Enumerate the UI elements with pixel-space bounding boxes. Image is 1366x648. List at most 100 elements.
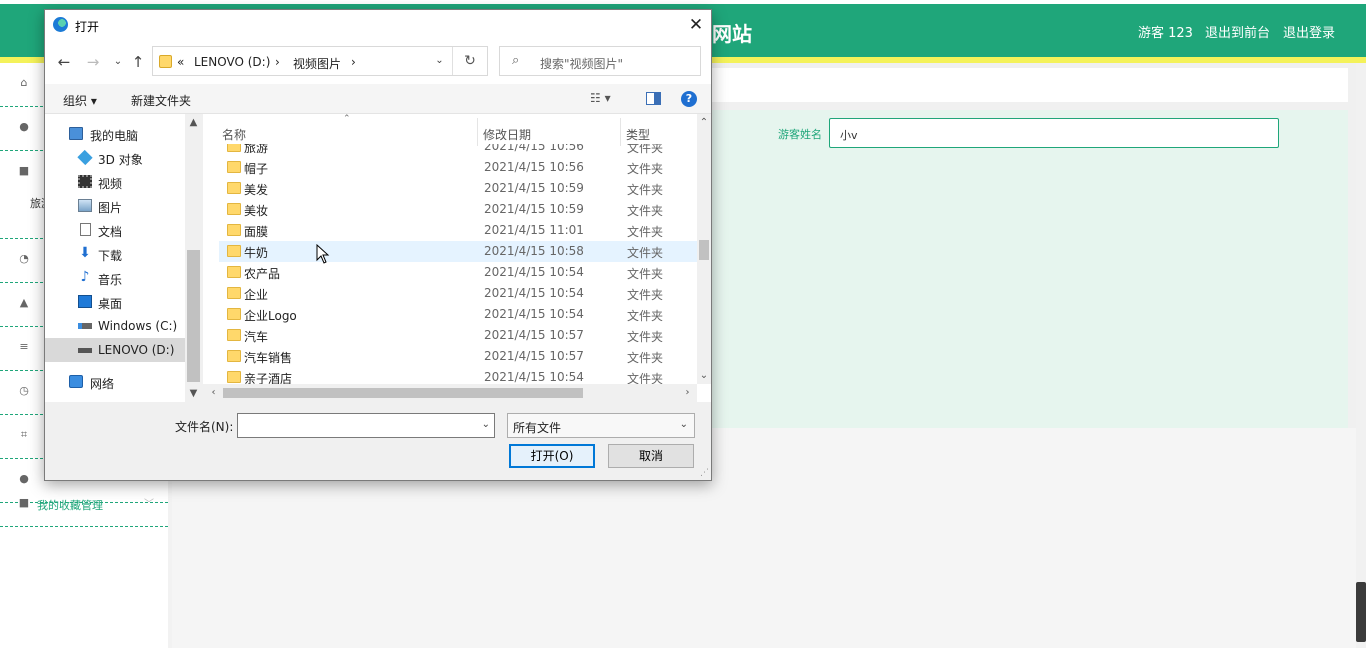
gauge-icon: ◔	[19, 252, 29, 265]
music-icon: ♪	[80, 269, 90, 285]
page-scrollbar[interactable]	[1356, 63, 1366, 648]
file-type: 文件夹	[627, 162, 664, 176]
up-arrow-icon[interactable]: ↑	[128, 52, 148, 72]
address-separator[interactable]: ›	[351, 55, 356, 69]
address-segment-folder[interactable]: 视频图片	[293, 55, 341, 72]
nav-item-desktop[interactable]: 桌面	[45, 290, 185, 314]
file-name: 农产品	[244, 267, 281, 281]
file-type: 文件夹	[627, 144, 664, 155]
file-row[interactable]: 汽车 2021/4/15 10:57 文件夹	[219, 325, 697, 346]
file-type: 文件夹	[627, 225, 664, 239]
drive-icon	[78, 348, 92, 353]
file-list-vertical-thumb[interactable]	[699, 240, 709, 260]
user-icon: ●	[19, 120, 29, 133]
file-row[interactable]: 美发 2021/4/15 10:59 文件夹	[219, 178, 697, 199]
file-row[interactable]: 农产品 2021/4/15 10:54 文件夹	[219, 262, 697, 283]
file-type: 文件夹	[627, 309, 664, 323]
column-divider[interactable]	[477, 118, 478, 146]
file-row[interactable]: 亲子酒店 2021/4/15 10:54 文件夹	[219, 367, 697, 384]
file-row[interactable]: 企业Logo 2021/4/15 10:54 文件夹	[219, 304, 697, 325]
file-name: 亲子酒店	[244, 372, 293, 384]
file-name: 牛奶	[244, 246, 269, 260]
nav-item-downloads[interactable]: ⬇ 下载	[45, 242, 185, 266]
nav-pane-scrollbar-thumb[interactable]	[187, 250, 200, 382]
preview-pane-icon[interactable]	[646, 92, 661, 105]
scroll-down-icon[interactable]: ▼	[185, 385, 202, 402]
menu-item-favorites[interactable]: ■ 我的收藏管理 ﹀	[0, 483, 168, 527]
filename-input[interactable]: ⌄	[237, 413, 495, 438]
scroll-up-icon[interactable]: ⌃	[697, 114, 711, 131]
refresh-icon[interactable]: ↻	[453, 47, 487, 75]
thumb-icon: ▲	[19, 296, 29, 309]
file-name: 汽车销售	[244, 351, 293, 365]
file-name: 帽子	[244, 162, 269, 176]
nav-item-3d-objects[interactable]: 3D 对象	[45, 146, 185, 170]
nav-item-documents[interactable]: 文档	[45, 218, 185, 242]
clock-icon: ◷	[19, 384, 29, 397]
address-segment-drive[interactable]: LENOVO (D:)	[194, 55, 270, 69]
logout-link[interactable]: 退出登录	[1283, 22, 1335, 41]
nav-item-this-pc[interactable]: 我的电脑	[45, 122, 185, 146]
folder-icon	[227, 371, 241, 383]
file-row[interactable]: 面膜 2021/4/15 11:01 文件夹	[219, 220, 697, 241]
folder-icon	[227, 287, 241, 299]
nav-item-pictures[interactable]: 图片	[45, 194, 185, 218]
nav-item-drive-d[interactable]: LENOVO (D:)	[45, 338, 185, 362]
file-date: 2021/4/15 10:56	[484, 160, 584, 174]
visitor-name-input[interactable]: 小v	[829, 118, 1279, 148]
dialog-titlebar[interactable]: 打开 ✕	[45, 10, 711, 40]
page-scrollbar-thumb[interactable]	[1356, 582, 1366, 642]
visitor-account-link[interactable]: 游客 123	[1138, 22, 1193, 41]
scroll-up-icon[interactable]: ▲	[185, 114, 202, 131]
column-divider[interactable]	[620, 118, 621, 146]
file-type-select[interactable]: 所有文件 ⌄	[507, 413, 695, 438]
file-date: 2021/4/15 10:59	[484, 181, 584, 195]
column-header-date[interactable]: 修改日期	[483, 126, 531, 143]
file-row[interactable]: 帽子 2021/4/15 10:56 文件夹	[219, 157, 697, 178]
navigation-pane: 我的电脑 3D 对象 视频 图片 文档 ⬇ 下载 ♪ 音乐 桌面 Windows…	[45, 114, 202, 402]
address-overflow[interactable]: «	[177, 55, 184, 69]
nav-item-drive-c[interactable]: Windows (C:)	[45, 314, 185, 338]
file-list-pane: ⌃ 名称 修改日期 类型 旅游 2021/4/15 10:56 文件夹 帽子 2021…	[203, 114, 711, 402]
file-row[interactable]: 汽车销售 2021/4/15 10:57 文件夹	[219, 346, 697, 367]
file-row[interactable]: 旅游 2021/4/15 10:56 文件夹	[219, 144, 697, 157]
folder-icon	[227, 245, 241, 257]
new-folder-button[interactable]: 新建文件夹	[131, 92, 191, 109]
column-header-name[interactable]: 名称	[222, 126, 246, 143]
column-header-type[interactable]: 类型	[626, 126, 650, 143]
help-icon[interactable]: ?	[681, 91, 697, 107]
organize-menu[interactable]: 组织 ▾	[63, 92, 97, 109]
view-options-icon[interactable]: ☷ ▾	[590, 91, 611, 105]
file-row-hovered[interactable]: 牛奶 2021/4/15 10:58 文件夹	[219, 241, 697, 262]
navigation-row: ← → ⌄ ↑ « LENOVO (D:) › 视频图片 › ⌄ ↻ ⌕ 搜索"…	[45, 40, 711, 84]
nav-item-music[interactable]: ♪ 音乐	[45, 266, 185, 290]
nav-item-network[interactable]: 网络	[45, 370, 185, 394]
nav-item-videos[interactable]: 视频	[45, 170, 185, 194]
nav-label: 网络	[90, 377, 115, 391]
scroll-left-icon[interactable]: ‹	[205, 384, 222, 401]
file-date: 2021/4/15 10:57	[484, 349, 584, 363]
cancel-button[interactable]: 取消	[608, 444, 694, 468]
nav-label: 我的电脑	[90, 129, 139, 143]
back-arrow-icon[interactable]: ←	[54, 52, 74, 72]
search-box[interactable]: ⌕ 搜索"视频图片"	[499, 46, 701, 76]
resize-grip-icon[interactable]: ⋰	[700, 468, 709, 478]
file-row[interactable]: 美妆 2021/4/15 10:59 文件夹	[219, 199, 697, 220]
scroll-down-icon[interactable]: ⌄	[697, 367, 711, 384]
file-type-value: 所有文件	[513, 421, 562, 435]
video-icon	[78, 175, 92, 188]
file-list-horizontal-thumb[interactable]	[223, 388, 583, 398]
address-bar[interactable]: « LENOVO (D:) › 视频图片 › ⌄ ↻	[152, 46, 488, 76]
address-dropdown-icon[interactable]: ⌄	[427, 47, 453, 75]
back-to-frontend-link[interactable]: 退出到前台	[1205, 22, 1270, 41]
folder-icon	[227, 350, 241, 362]
file-row[interactable]: 企业 2021/4/15 10:54 文件夹	[219, 283, 697, 304]
address-separator[interactable]: ›	[275, 55, 280, 69]
forward-arrow-icon[interactable]: →	[83, 52, 103, 72]
close-icon[interactable]: ✕	[681, 13, 711, 37]
scroll-right-icon[interactable]: ›	[679, 384, 696, 401]
file-type: 文件夹	[627, 372, 664, 384]
recent-locations-chevron-icon[interactable]: ⌄	[108, 52, 128, 72]
chevron-down-icon[interactable]: ⌄	[482, 419, 490, 430]
open-button[interactable]: 打开(O)	[509, 444, 595, 468]
